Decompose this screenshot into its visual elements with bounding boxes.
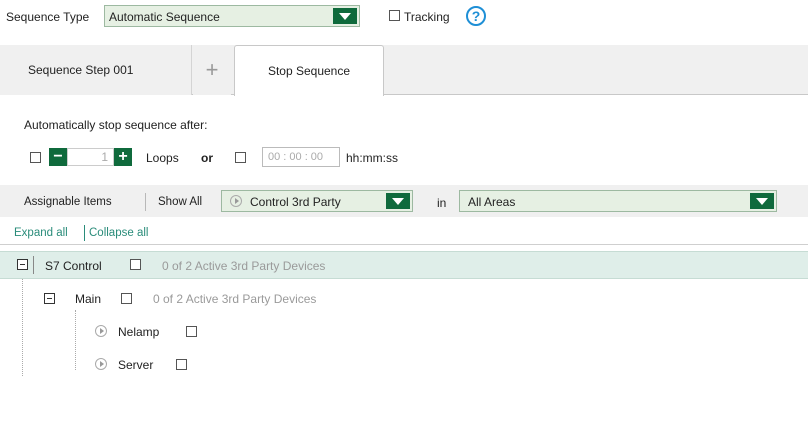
in-label: in [437,196,447,210]
tree-leaf-label: Nelamp [118,325,160,339]
item-type-dropdown[interactable]: Control 3rd Party [221,190,413,212]
collapse-icon[interactable] [44,293,55,304]
loops-increment-button[interactable]: + [114,148,132,166]
stop-panel-heading: Automatically stop sequence after: [24,118,208,132]
area-dropdown[interactable]: All Areas [459,190,777,212]
main-checkbox[interactable] [121,293,132,304]
nelamp-checkbox[interactable] [186,326,197,337]
tab-sequence-step-001[interactable]: Sequence Step 001 [0,45,192,95]
divider [0,244,808,245]
chevron-down-icon[interactable] [333,8,357,24]
chevron-down-icon[interactable] [750,193,774,209]
tree-row-s7-control[interactable] [0,251,808,279]
tree-connector [22,279,23,376]
add-step-button[interactable]: + [193,45,231,95]
divider [33,256,34,274]
plus-icon: + [205,57,219,82]
tab-stop-sequence[interactable]: Stop Sequence [234,45,384,96]
time-checkbox[interactable] [235,152,246,163]
tracking-label: Tracking [404,10,450,24]
help-icon-glyph: ? [471,8,481,24]
minus-icon: − [53,148,63,165]
sequence-type-label: Sequence Type [6,10,90,24]
server-checkbox[interactable] [176,359,187,370]
collapse-all-link[interactable]: Collapse all [89,227,148,239]
tab-stop-sequence-label: Stop Sequence [267,64,351,78]
sequence-type-dropdown[interactable]: Automatic Sequence [104,5,360,27]
help-icon[interactable]: ? [466,6,486,26]
tab-sequence-step-001-label: Sequence Step 001 [28,63,134,77]
loops-input[interactable]: 1 [67,148,114,166]
tree-connector [75,310,76,370]
tree-leaf-label: Server [118,358,154,372]
time-format-label: hh:mm:ss [346,151,399,165]
play-icon [230,195,242,207]
tracking-checkbox[interactable] [389,10,400,21]
loops-label: Loops [146,151,179,165]
or-label: or [201,151,213,165]
s7-control-checkbox[interactable] [130,259,141,270]
chevron-down-icon[interactable] [386,193,410,209]
sequence-type-value: Automatic Sequence [109,10,220,24]
collapse-icon[interactable] [17,259,28,270]
divider [145,193,146,211]
time-input[interactable]: 00 : 00 : 00 [262,147,340,167]
area-value: All Areas [468,195,516,209]
loops-checkbox[interactable] [30,152,41,163]
divider [84,225,85,241]
item-type-value: Control 3rd Party [250,195,341,209]
tree-node-status: 0 of 2 Active 3rd Party Devices [162,259,326,273]
play-icon [95,325,107,337]
tree-node-label: S7 Control [45,259,102,273]
plus-icon: + [118,148,128,165]
tree-node-label: Main [75,292,102,306]
tree-node-status: 0 of 2 Active 3rd Party Devices [153,292,317,306]
show-all-link[interactable]: Show All [158,196,202,208]
assignable-items-label: Assignable Items [24,196,112,208]
play-icon [95,358,107,370]
loops-decrement-button[interactable]: − [49,148,67,166]
expand-all-link[interactable]: Expand all [14,227,68,239]
